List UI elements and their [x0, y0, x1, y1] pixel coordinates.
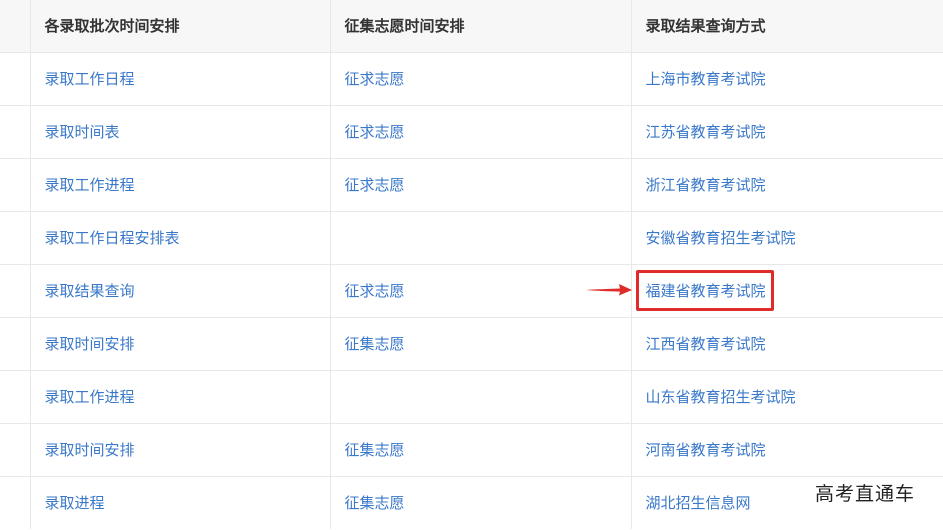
header-result-query: 录取结果查询方式	[630, 0, 943, 53]
solicit-link[interactable]: 征集志愿	[345, 441, 405, 459]
schedule-cell: 录取时间安排	[29, 423, 330, 477]
schedule-cell: 录取工作进程	[29, 370, 330, 424]
query-link[interactable]: 河南省教育考试院	[646, 441, 766, 459]
solicit-cell: 征集志愿	[329, 423, 631, 477]
schedule-cell: 录取工作进程	[29, 158, 330, 212]
query-link[interactable]: 浙江省教育考试院	[646, 176, 766, 194]
watermark: 高考直通车	[814, 483, 915, 505]
solicit-link[interactable]: 征求志愿	[345, 70, 405, 88]
schedule-link[interactable]: 录取结果查询	[45, 282, 135, 300]
table-row: 录取工作进程 征求志愿 浙江省教育考试院	[0, 158, 943, 212]
schedule-link[interactable]: 录取时间安排	[45, 335, 135, 353]
highlighted-link-wrapper: 福建省教育考试院	[635, 270, 774, 311]
table-row: 录取工作日程 征求志愿 上海市教育考试院	[0, 52, 943, 106]
query-link[interactable]: 山东省教育招生考试院	[646, 388, 796, 406]
query-link[interactable]: 湖北招生信息网	[646, 494, 751, 512]
query-cell: 浙江省教育考试院	[630, 158, 943, 212]
query-link-highlighted[interactable]: 福建省教育考试院	[646, 282, 766, 300]
schedule-cell: 录取进程	[29, 476, 330, 529]
row-spacer	[0, 264, 30, 318]
solicit-cell: 征集志愿	[329, 317, 631, 371]
solicit-link[interactable]: 征求志愿	[345, 282, 405, 300]
row-spacer	[0, 211, 30, 265]
row-spacer	[0, 476, 30, 529]
solicit-cell: 征求志愿	[329, 158, 631, 212]
schedule-link[interactable]: 录取进程	[45, 494, 105, 512]
table-row: 录取时间安排 征集志愿 河南省教育考试院	[0, 423, 943, 477]
table-header-row: 各录取批次时间安排 征集志愿时间安排 录取结果查询方式	[0, 0, 943, 53]
solicit-link[interactable]: 征求志愿	[345, 123, 405, 141]
solicit-link[interactable]: 征集志愿	[345, 335, 405, 353]
header-batch-schedule: 各录取批次时间安排	[29, 0, 330, 53]
schedule-link[interactable]: 录取工作进程	[45, 176, 135, 194]
schedule-cell: 录取工作日程安排表	[29, 211, 330, 265]
solicit-cell: 征集志愿	[329, 476, 631, 529]
solicit-link[interactable]: 征集志愿	[345, 494, 405, 512]
solicit-cell: 征求志愿	[329, 105, 631, 159]
schedule-cell: 录取结果查询	[29, 264, 330, 318]
query-cell: 河南省教育考试院	[630, 423, 943, 477]
schedule-cell: 录取时间表	[29, 105, 330, 159]
row-spacer	[0, 52, 30, 106]
table-row: 录取进程 征集志愿 湖北招生信息网	[0, 476, 943, 529]
schedule-link[interactable]: 录取时间安排	[45, 441, 135, 459]
query-link[interactable]: 江西省教育考试院	[646, 335, 766, 353]
schedule-link[interactable]: 录取工作日程安排表	[45, 229, 180, 247]
query-cell: 福建省教育考试院	[630, 264, 943, 318]
solicit-link[interactable]: 征求志愿	[345, 176, 405, 194]
solicit-cell: 征求志愿	[329, 52, 631, 106]
schedule-link[interactable]: 录取工作进程	[45, 388, 135, 406]
header-spacer	[0, 0, 30, 53]
query-cell: 山东省教育招生考试院	[630, 370, 943, 424]
schedule-cell: 录取时间安排	[29, 317, 330, 371]
solicit-cell	[329, 211, 631, 265]
table-row: 录取工作进程 山东省教育招生考试院	[0, 370, 943, 424]
query-cell: 安徽省教育招生考试院	[630, 211, 943, 265]
header-solicit-schedule: 征集志愿时间安排	[329, 0, 631, 53]
row-spacer	[0, 370, 30, 424]
row-spacer	[0, 423, 30, 477]
query-link[interactable]: 上海市教育考试院	[646, 70, 766, 88]
query-cell: 江西省教育考试院	[630, 317, 943, 371]
query-link[interactable]: 安徽省教育招生考试院	[646, 229, 796, 247]
solicit-cell	[329, 370, 631, 424]
schedule-link[interactable]: 录取时间表	[45, 123, 120, 141]
row-spacer	[0, 317, 30, 371]
row-spacer	[0, 158, 30, 212]
query-cell: 上海市教育考试院	[630, 52, 943, 106]
query-cell: 江苏省教育考试院	[630, 105, 943, 159]
query-link[interactable]: 江苏省教育考试院	[646, 123, 766, 141]
row-spacer	[0, 105, 30, 159]
schedule-cell: 录取工作日程	[29, 52, 330, 106]
red-arrow-icon	[586, 284, 632, 296]
admission-table: 各录取批次时间安排 征集志愿时间安排 录取结果查询方式 录取工作日程 征求志愿 …	[0, 0, 943, 529]
table-row-highlighted: 录取结果查询 征求志愿 福建省教育考试院	[0, 264, 943, 318]
page: 各录取批次时间安排 征集志愿时间安排 录取结果查询方式 录取工作日程 征求志愿 …	[0, 0, 943, 530]
table-row: 录取时间表 征求志愿 江苏省教育考试院	[0, 105, 943, 159]
table-row: 录取时间安排 征集志愿 江西省教育考试院	[0, 317, 943, 371]
table-row: 录取工作日程安排表 安徽省教育招生考试院	[0, 211, 943, 265]
schedule-link[interactable]: 录取工作日程	[45, 70, 135, 88]
